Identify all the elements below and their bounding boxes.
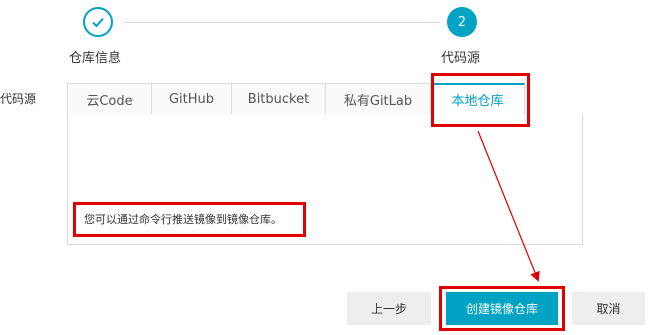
code-source-label: 代码源 bbox=[0, 92, 37, 106]
tab-github[interactable]: GitHub bbox=[152, 83, 232, 115]
stepper-connector-line bbox=[124, 22, 440, 23]
highlight-message bbox=[73, 202, 306, 237]
step-1-label: 仓库信息 bbox=[69, 51, 122, 66]
highlight-create-button bbox=[439, 286, 565, 331]
tab-private-gitlab[interactable]: 私有GitLab bbox=[326, 83, 431, 115]
cancel-button[interactable]: 取消 bbox=[572, 292, 645, 325]
step-2-label: 代码源 bbox=[441, 51, 481, 66]
tab-bitbucket[interactable]: Bitbucket bbox=[232, 83, 326, 115]
step-1-checkmark-icon bbox=[83, 7, 113, 37]
tab-cloud-code[interactable]: 云Code bbox=[67, 83, 152, 115]
highlight-local-tab bbox=[431, 73, 530, 127]
checkmark-icon bbox=[92, 17, 104, 28]
previous-step-button[interactable]: 上一步 bbox=[347, 292, 431, 325]
step-2-number: 2 bbox=[447, 7, 477, 37]
